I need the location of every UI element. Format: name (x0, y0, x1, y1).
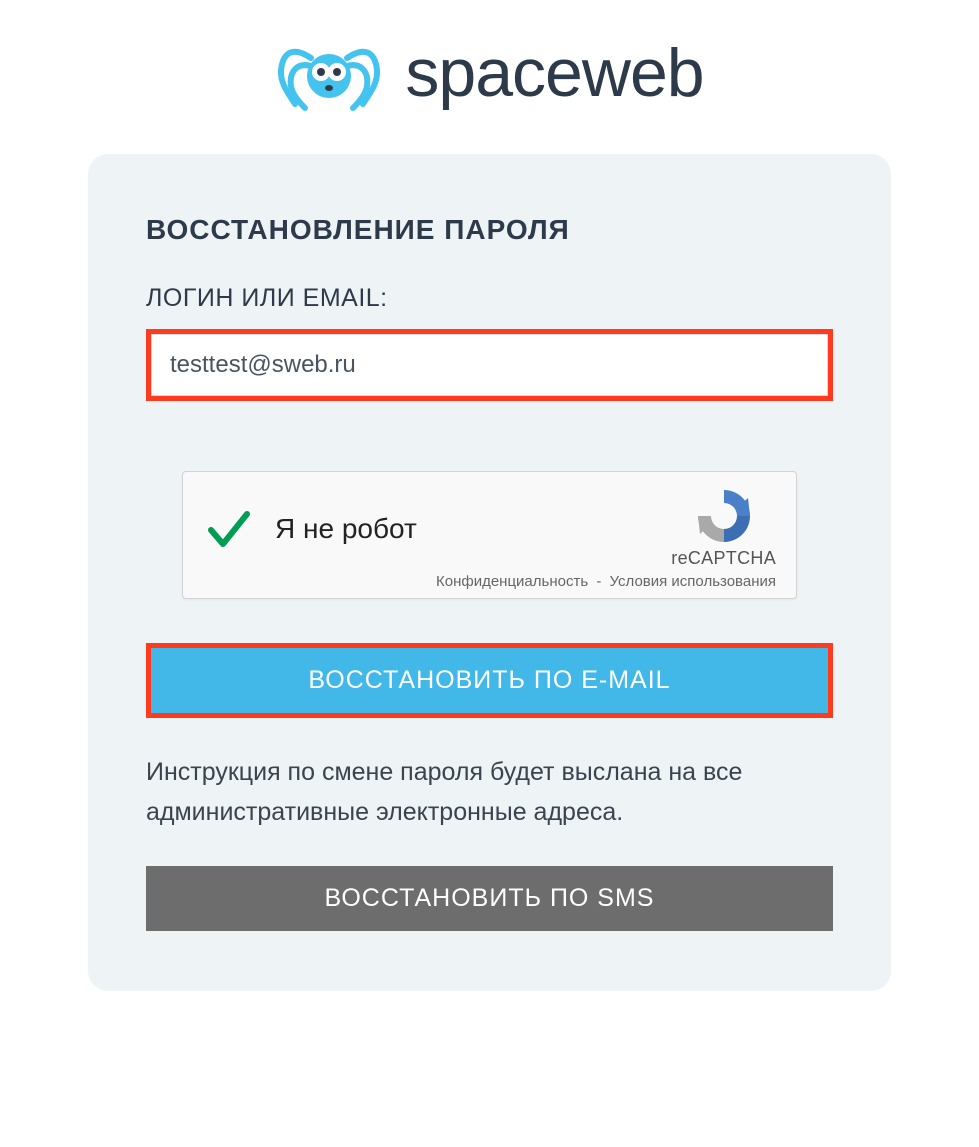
captcha-container: Я не робот reCAPTCHA Конфид (146, 471, 833, 599)
brand-name: spaceweb (405, 34, 703, 112)
login-input[interactable] (151, 334, 828, 396)
recaptcha-widget[interactable]: Я не робот reCAPTCHA Конфид (182, 471, 797, 599)
spider-logo-icon (275, 32, 383, 114)
brand-header: spaceweb (0, 0, 979, 154)
separator: - (596, 573, 601, 590)
recaptcha-icon (693, 488, 755, 544)
recover-by-sms-button[interactable]: ВОССТАНОВИТЬ ПО SMS (146, 866, 833, 931)
password-recovery-card: ВОССТАНОВЛЕНИЕ ПАРОЛЯ ЛОГИН ИЛИ EMAIL: Я… (88, 154, 891, 991)
recaptcha-terms-link[interactable]: Условия использования (610, 573, 777, 590)
recaptcha-privacy-link[interactable]: Конфиденциальность (436, 573, 588, 590)
page-title: ВОССТАНОВЛЕНИЕ ПАРОЛЯ (146, 214, 833, 246)
recaptcha-brand: reCAPTCHA (671, 548, 776, 569)
login-label: ЛОГИН ИЛИ EMAIL: (146, 284, 833, 313)
recaptcha-logo: reCAPTCHA (671, 488, 776, 569)
info-text: Инструкция по смене пароля будет выслана… (146, 752, 833, 832)
login-input-highlight (146, 329, 833, 401)
captcha-label: Я не робот (275, 513, 649, 545)
recover-email-highlight: ВОССТАНОВИТЬ ПО E-MAIL (146, 643, 833, 718)
recover-by-email-button[interactable]: ВОССТАНОВИТЬ ПО E-MAIL (151, 648, 828, 713)
checkmark-icon (203, 504, 253, 554)
recaptcha-links: Конфиденциальность - Условия использован… (203, 573, 776, 590)
